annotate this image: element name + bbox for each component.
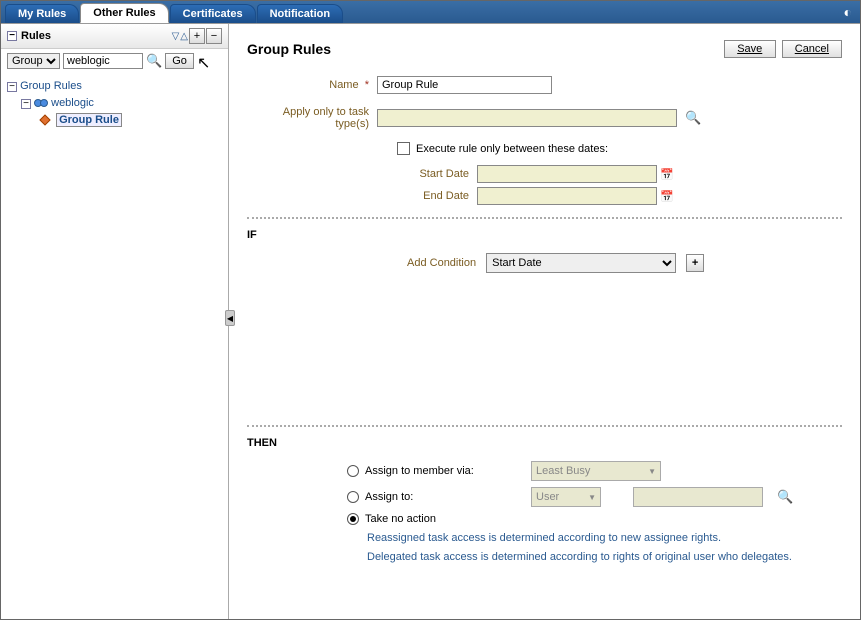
- page-title: Group Rules: [247, 41, 331, 57]
- chevron-down-icon: ▼: [588, 493, 596, 502]
- execute-dates-row: Execute rule only between these dates:: [397, 142, 842, 155]
- content-header: Group Rules Save Cancel: [247, 40, 842, 58]
- task-type-input[interactable]: [377, 109, 677, 127]
- save-button[interactable]: Save: [724, 40, 776, 58]
- start-date-picker-icon[interactable]: 📅: [659, 166, 675, 182]
- assign-member-row: Assign to member via: Least Busy ▼: [347, 461, 842, 481]
- add-condition-label: Add Condition: [407, 257, 476, 269]
- start-date-input[interactable]: [477, 165, 657, 183]
- app-menu-icon[interactable]: ◐: [844, 4, 852, 20]
- search-row: Group 🔍 Go: [1, 49, 228, 73]
- tab-bar: My Rules Other Rules Certificates Notifi…: [1, 1, 860, 23]
- filter-value-input[interactable]: [63, 53, 143, 69]
- expand-all-icon[interactable]: ▽: [172, 31, 180, 42]
- splitter-handle[interactable]: ◀: [225, 310, 235, 326]
- tab-my-rules[interactable]: My Rules: [5, 4, 79, 23]
- apply-row: Apply only to task type(s) 🔍: [247, 106, 842, 130]
- date-restriction-block: Execute rule only between these dates: S…: [397, 142, 842, 205]
- tab-other-rules[interactable]: Other Rules: [80, 3, 168, 23]
- sidebar-title: Rules: [21, 30, 51, 42]
- apply-label: Apply only to task type(s): [247, 106, 377, 130]
- tree-group-label[interactable]: weblogic: [51, 97, 94, 109]
- condition-select[interactable]: Start Date: [486, 253, 676, 273]
- tree-rule[interactable]: Group Rule: [41, 112, 222, 128]
- assign-to-row: Assign to: User ▼ 🔍: [347, 487, 842, 507]
- rules-tree: − Group Rules − weblogic Group Rule: [1, 73, 228, 619]
- tree-root-label[interactable]: Group Rules: [20, 80, 82, 92]
- if-title: IF: [247, 229, 842, 241]
- assign-member-select: Least Busy ▼: [531, 461, 661, 481]
- name-label: Name: [329, 79, 358, 91]
- cancel-button[interactable]: Cancel: [782, 40, 842, 58]
- end-date-picker-icon[interactable]: 📅: [659, 188, 675, 204]
- then-title: THEN: [247, 437, 842, 449]
- group-icon: [34, 98, 48, 108]
- info-text-1: Reassigned task access is determined acc…: [367, 531, 842, 546]
- collapse-all-icon[interactable]: △: [180, 31, 188, 42]
- execute-dates-checkbox[interactable]: [397, 142, 410, 155]
- sidebar-header: − Rules ▽ △ + −: [1, 24, 228, 49]
- expand-icon[interactable]: −: [7, 82, 17, 92]
- go-button[interactable]: Go: [165, 53, 194, 69]
- info-text-2: Delegated task access is determined acco…: [367, 550, 842, 565]
- tab-certificates[interactable]: Certificates: [170, 4, 256, 23]
- assign-to-label: Assign to:: [365, 491, 525, 503]
- search-icon[interactable]: 🔍: [146, 53, 162, 69]
- name-input[interactable]: [377, 76, 552, 94]
- tree-root[interactable]: − Group Rules: [7, 78, 222, 94]
- least-busy-option: Least Busy: [536, 465, 590, 477]
- tree-rule-label[interactable]: Group Rule: [56, 113, 122, 127]
- rule-icon: [39, 114, 50, 125]
- name-row: Name *: [247, 76, 842, 94]
- assign-to-radio[interactable]: [347, 491, 359, 503]
- end-date-label: End Date: [397, 190, 477, 202]
- tree-group[interactable]: − weblogic: [21, 95, 222, 111]
- divider: [247, 425, 842, 427]
- lookup-task-type-icon[interactable]: 🔍: [685, 110, 701, 126]
- assign-to-type-select: User ▼: [531, 487, 601, 507]
- content-pane: Group Rules Save Cancel Name * Apply onl…: [229, 24, 860, 619]
- tab-notification[interactable]: Notification: [257, 4, 344, 23]
- assign-member-label: Assign to member via:: [365, 465, 525, 477]
- remove-rule-button[interactable]: −: [206, 28, 222, 44]
- user-option: User: [536, 491, 559, 503]
- main-area: − Rules ▽ △ + − Group 🔍 Go − Group Rules: [1, 23, 860, 619]
- chevron-down-icon: ▼: [648, 467, 656, 476]
- add-rule-button[interactable]: +: [189, 28, 205, 44]
- assign-to-value-input: [633, 487, 763, 507]
- add-condition-button[interactable]: +: [686, 254, 704, 272]
- required-indicator: *: [365, 79, 369, 91]
- expand-icon[interactable]: −: [21, 99, 31, 109]
- execute-dates-label: Execute rule only between these dates:: [416, 143, 608, 155]
- end-date-input[interactable]: [477, 187, 657, 205]
- no-action-row: Take no action: [347, 513, 842, 525]
- filter-type-select[interactable]: Group: [7, 53, 60, 69]
- sidebar: − Rules ▽ △ + − Group 🔍 Go − Group Rules: [1, 24, 229, 619]
- divider: [247, 217, 842, 219]
- lookup-assignee-icon[interactable]: 🔍: [777, 489, 793, 505]
- start-date-label: Start Date: [397, 168, 477, 180]
- collapse-panel-icon[interactable]: −: [7, 31, 17, 41]
- no-action-radio[interactable]: [347, 513, 359, 525]
- then-block: Assign to member via: Least Busy ▼ Assig…: [347, 461, 842, 565]
- add-condition-row: Add Condition Start Date +: [407, 253, 842, 273]
- assign-member-radio[interactable]: [347, 465, 359, 477]
- no-action-label: Take no action: [365, 513, 436, 525]
